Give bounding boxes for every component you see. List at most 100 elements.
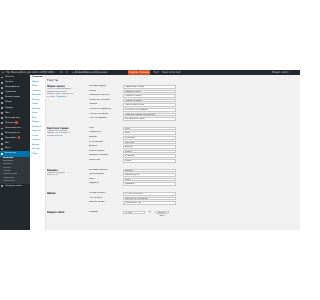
sidebar-item-label: Записи bbox=[5, 81, 13, 84]
sidebar-item-label: Комментарии bbox=[5, 96, 21, 99]
field-label: Артикул bbox=[89, 145, 97, 148]
sidebar-item-label: Woo bbox=[5, 111, 10, 114]
field-label: Телефон в шапке bbox=[89, 192, 106, 194]
choose-file-button[interactable]: Выбрать файл bbox=[155, 210, 169, 217]
field-label: Подпись bbox=[89, 103, 98, 106]
field-label: Добавить в корзину bbox=[89, 154, 108, 157]
section-title: Подвал сайта bbox=[47, 210, 65, 214]
comment-icon bbox=[1, 96, 4, 99]
text-field[interactable]: Кол-во bbox=[123, 159, 176, 163]
field-label: Пустая корзина bbox=[89, 173, 104, 176]
text-field[interactable]: В наличии bbox=[123, 136, 176, 140]
field-label: Текст под формой bbox=[89, 117, 107, 120]
sidebar-item-label: Товары bbox=[5, 106, 13, 109]
main-content: Тексты Форма заказа Тексты и подписи форм… bbox=[45, 75, 300, 230]
text-field[interactable]: Работаем без выходных bbox=[123, 196, 176, 201]
field-label: Кнопка покупки bbox=[89, 149, 105, 152]
field-label: Нет в наличии bbox=[89, 140, 103, 143]
field-label: Заголовок корзины bbox=[89, 168, 108, 171]
field-label: Текст в шапке bbox=[89, 196, 103, 199]
field-label: Количество bbox=[89, 159, 101, 161]
sidebar-item-label: SEO bbox=[5, 142, 10, 145]
section-description-text: Подписи на странице товара: цена, наличи… bbox=[47, 129, 71, 137]
wrench-icon bbox=[1, 132, 4, 135]
subnav-item[interactable]: Сброс bbox=[30, 152, 45, 157]
sidebar-submenu: Ассистент Настройки Шаблоны Экспорт Помощь До… bbox=[0, 156, 30, 184]
field-label: Итого bbox=[89, 177, 95, 180]
text-field[interactable]: Корзина пуста bbox=[123, 173, 176, 177]
sidebar-item-label: Плагины bbox=[5, 121, 15, 124]
sidebar-item[interactable]: Ассистент bbox=[0, 151, 30, 157]
text-field[interactable]: Оформить заказ bbox=[123, 89, 176, 94]
settings-icon bbox=[1, 137, 4, 140]
section-description-text: Подписи в корзине покупателя. bbox=[47, 171, 66, 177]
collapse-menu-label: Свернуть меню bbox=[5, 184, 22, 187]
sidebar-menu: Консоль Записи Медиафайлы Страницы Комментар… bbox=[0, 75, 30, 157]
sidebar-item-label: Внешний вид bbox=[5, 116, 20, 119]
text-field[interactable]: Перезвоните мне bbox=[123, 201, 176, 205]
text-field[interactable]: Оформить bbox=[123, 182, 176, 186]
text-field[interactable]: В корзину bbox=[123, 154, 176, 158]
sidebar-item-label: Ассистент bbox=[5, 152, 17, 155]
cart-icon bbox=[1, 107, 4, 110]
text-field[interactable]: Цена bbox=[123, 126, 176, 131]
sidebar-item-label: Пользователи bbox=[5, 126, 21, 129]
text-field[interactable]: Под заказ bbox=[123, 140, 176, 145]
text-field[interactable]: Купить bbox=[123, 149, 176, 154]
meta-icon bbox=[1, 147, 4, 150]
field-label: Копирайт bbox=[89, 210, 99, 213]
text-field[interactable]: +7 (000) 000-00-00 bbox=[123, 192, 176, 196]
admin-sidebar: Консоль Записи Медиафайлы Страницы Комментар… bbox=[0, 75, 30, 230]
sidebar-item-label: Консоль bbox=[5, 76, 15, 78]
pin-icon bbox=[1, 81, 4, 84]
text-field[interactable]: Итого bbox=[123, 177, 176, 182]
page: { "admin_bar": { "items": [ { "text": "Т… bbox=[0, 0, 300, 300]
field-label: Заказать звонок bbox=[89, 201, 105, 204]
subnav-item[interactable]: Основные bbox=[30, 75, 45, 80]
section-more-link[interactable]: Подробнее bbox=[56, 96, 66, 98]
field-label: Сообщение об успехе bbox=[89, 94, 110, 97]
collapse-icon bbox=[1, 185, 4, 188]
sidebar-item-label: Настройки bbox=[5, 137, 17, 140]
notification-badge bbox=[15, 121, 18, 124]
brush-icon bbox=[1, 117, 4, 120]
text-field[interactable]: Оформление заказа bbox=[123, 85, 176, 89]
woo-icon bbox=[1, 112, 4, 115]
text-field[interactable]: Ошибка отправки bbox=[123, 98, 176, 103]
preview-icon bbox=[1, 102, 4, 104]
text-field[interactable]: Обязательные поля bbox=[123, 103, 176, 107]
field-label: Кнопка bbox=[89, 89, 96, 92]
text-field[interactable]: Было bbox=[123, 131, 176, 135]
field-label: Сообщение об ошибке bbox=[89, 98, 111, 101]
collapse-menu-button[interactable]: Свернуть меню bbox=[0, 184, 30, 189]
assistant-icon bbox=[1, 153, 4, 155]
section-description: Тексты и подписи формы оформления заказа… bbox=[47, 88, 73, 98]
field-label: Согласие на обработку bbox=[89, 108, 112, 110]
section-description: Подписи на странице товара: цена, наличи… bbox=[47, 130, 73, 138]
field-label: Заголовок формы bbox=[89, 85, 106, 87]
plugin-icon bbox=[1, 122, 4, 125]
sidebar-item-label: Обзор bbox=[5, 101, 12, 104]
notification-badge bbox=[17, 136, 21, 139]
text-field[interactable]: Политика конфиденциальности bbox=[123, 112, 176, 117]
field-label: Оформить bbox=[89, 182, 99, 185]
text-field[interactable]: © 2024 bbox=[123, 210, 145, 215]
page-icon bbox=[1, 91, 4, 94]
seo-icon bbox=[1, 142, 4, 145]
page-title: Тексты bbox=[47, 78, 59, 82]
sidebar-item-label: Страницы bbox=[5, 91, 17, 94]
text-field[interactable]: Я согласен с условиями bbox=[123, 108, 176, 112]
section-title: Шапка bbox=[47, 192, 56, 195]
sidebar-item-label: Инструменты bbox=[5, 132, 20, 135]
field-label: Наличие bbox=[89, 136, 98, 138]
sidebar-item-label: Мета bbox=[5, 147, 11, 150]
dashboard-icon bbox=[1, 76, 4, 79]
text-field[interactable]: Мы свяжемся с вами bbox=[123, 117, 176, 121]
field-hint: год bbox=[148, 210, 152, 213]
users-icon bbox=[1, 127, 4, 130]
sidebar-item-label: Медиафайлы bbox=[5, 86, 20, 89]
text-field[interactable]: Артикул bbox=[123, 145, 176, 149]
text-field[interactable]: Спасибо за заказ! bbox=[123, 94, 176, 98]
settings-subnav: Основные Шапка Меню Слайдер Баннеры Каталог То… bbox=[30, 75, 46, 230]
text-field[interactable]: Корзина bbox=[123, 168, 176, 173]
